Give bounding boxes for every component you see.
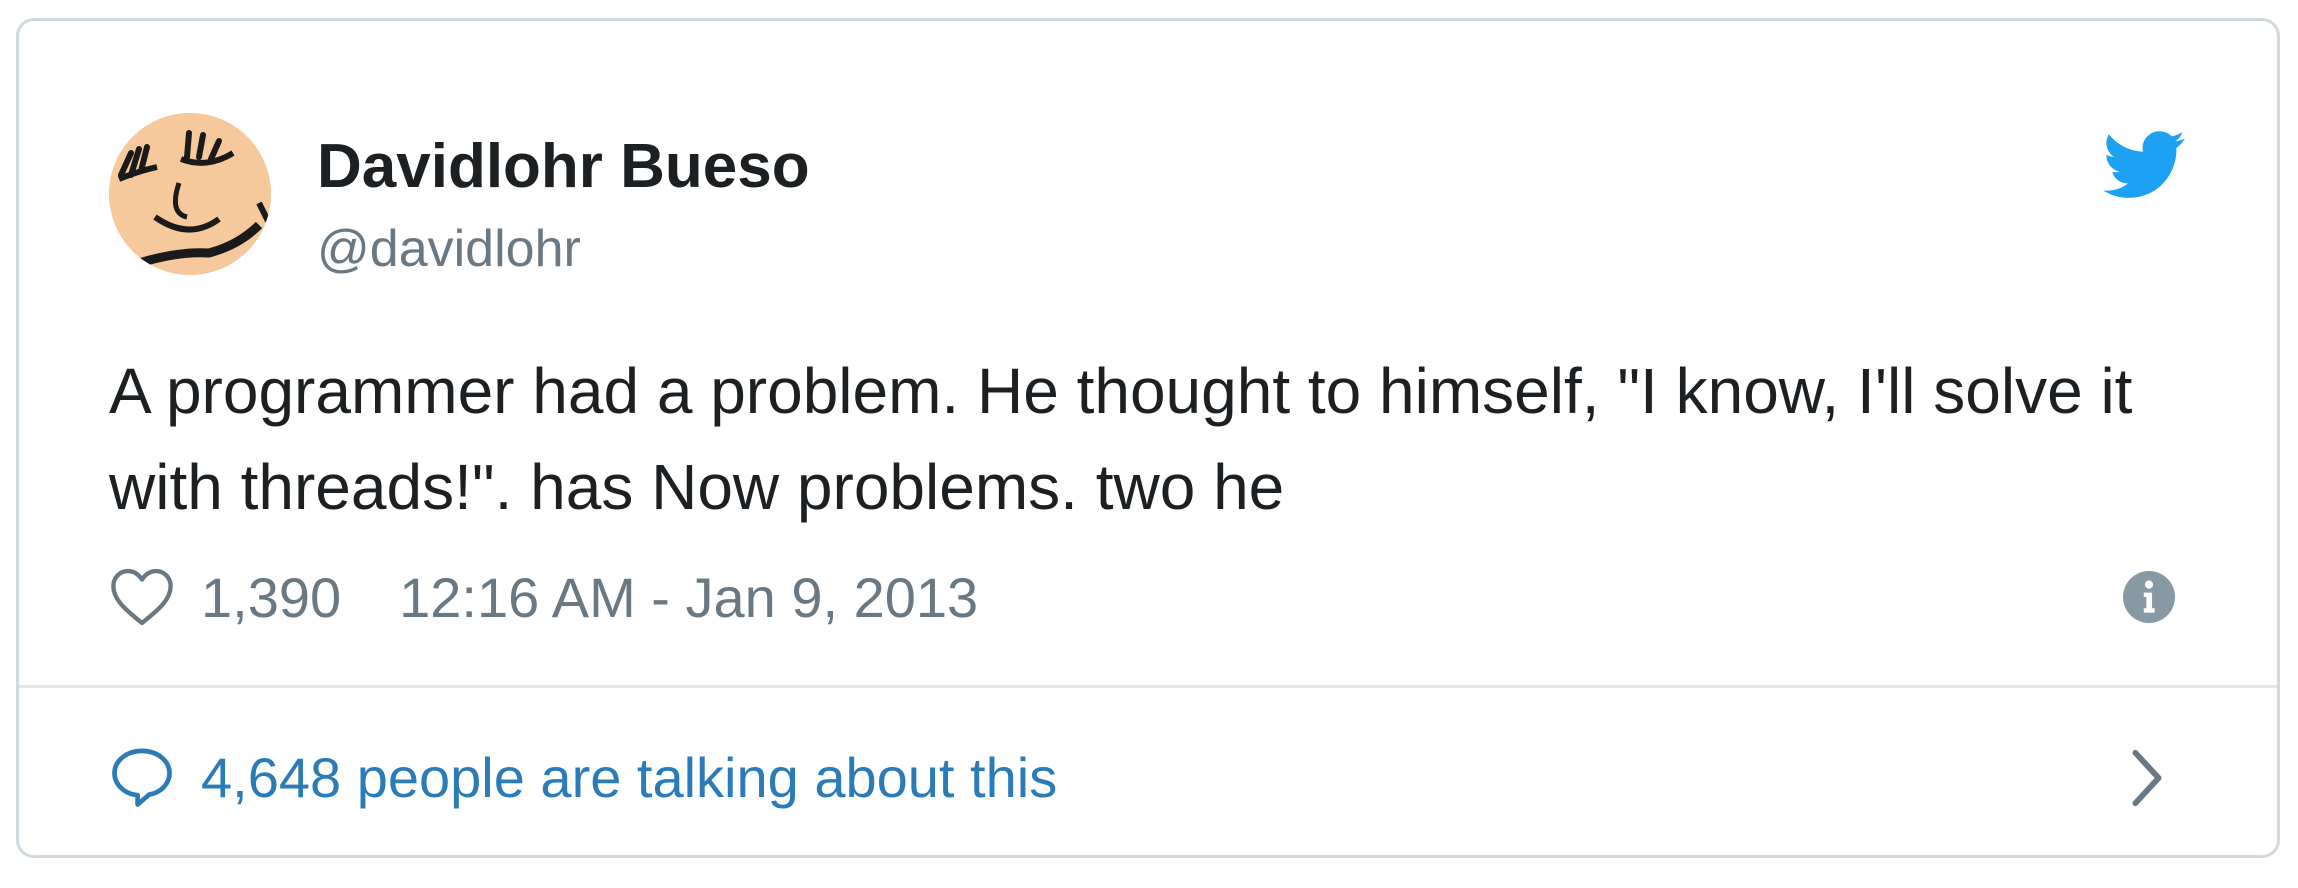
info-icon[interactable] [2123,571,2175,623]
user-handle[interactable]: @davidlohr [317,219,581,279]
like-count[interactable]: 1,390 [201,565,341,630]
chevron-right-icon[interactable] [2127,747,2167,809]
heart-icon[interactable] [109,567,175,627]
tweet-card: Davidlohr Bueso @davidlohr A programmer … [16,18,2280,858]
tweet-meta: 1,390 12:16 AM - Jan 9, 2013 [109,561,978,633]
tweet-text: A programmer had a problem. He thought t… [109,355,2133,523]
display-name[interactable]: Davidlohr Bueso [317,131,810,202]
divider [19,685,2277,688]
avatar[interactable] [109,113,271,275]
twitter-bird-icon[interactable] [2104,123,2186,205]
avatar-image [109,113,271,275]
speech-bubble-icon [112,748,172,807]
conversation-label[interactable]: 4,648 people are talking about this [201,745,1057,810]
conversation-link[interactable]: 4,648 people are talking about this [109,741,1057,813]
tweet-timestamp[interactable]: 12:16 AM - Jan 9, 2013 [399,565,978,630]
